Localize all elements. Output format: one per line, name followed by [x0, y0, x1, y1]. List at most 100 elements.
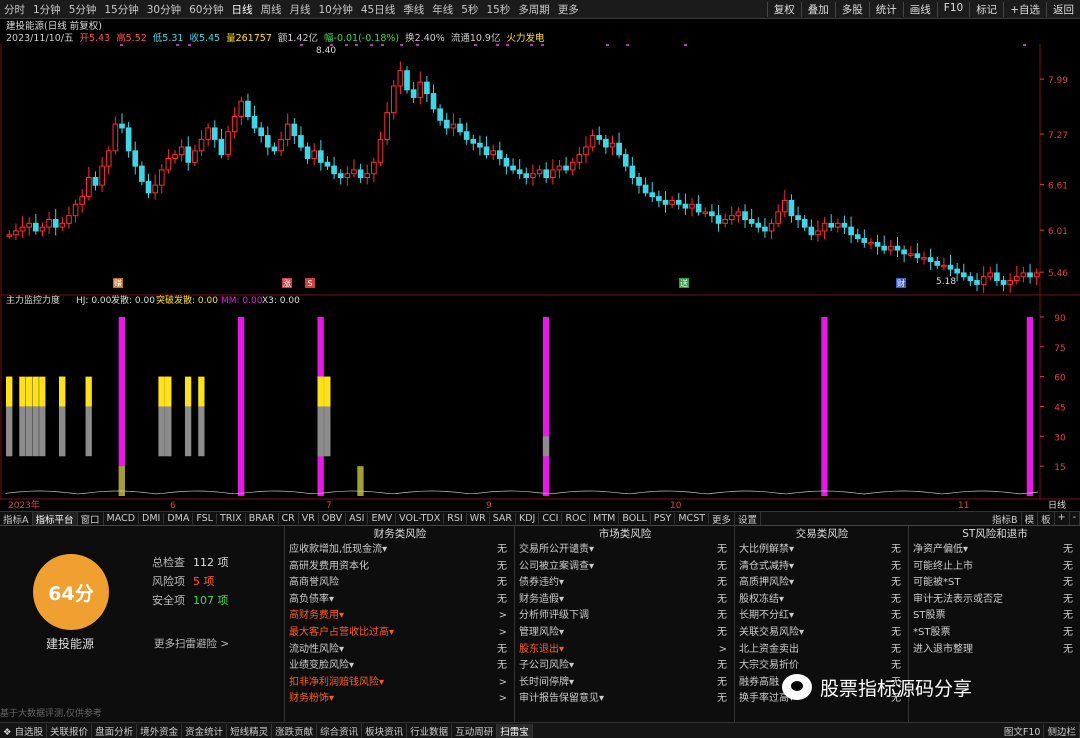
risk-row[interactable]: 长期不分红▾ 无: [735, 608, 909, 625]
risk-row[interactable]: 高研发费用资本化 无: [285, 559, 515, 576]
risk-row[interactable]: 股权冻结▾ 无: [735, 592, 909, 609]
signal-dot: [684, 44, 687, 46]
bottom-tab-0[interactable]: ❖ 自选股: [0, 723, 48, 738]
tabs-right-2[interactable]: 板: [1038, 512, 1055, 525]
indicator-tab-17[interactable]: SAR: [490, 513, 517, 524]
risk-row[interactable]: 北上资金卖出 无: [735, 642, 909, 659]
bottom-tab-8[interactable]: 板块资讯: [362, 723, 408, 738]
risk-row[interactable]: 关联交易风险▾ 无: [735, 625, 909, 642]
chart-area[interactable]: 7.99 7.27 6.61 6.01 5.46 8.40 5.18 赚 涨 S 送 财主力监控力度 H…: [0, 0, 1080, 511]
candle: [450, 113, 457, 137]
indicator-tab-21[interactable]: MTM: [590, 513, 620, 524]
risk-row[interactable]: 长时间停牌▾ 无: [515, 675, 735, 692]
risk-row[interactable]: 大比例解禁▾ 无: [735, 542, 909, 559]
indicator-tab-25[interactable]: 更多: [709, 512, 736, 525]
event-marker[interactable]: 送: [679, 278, 689, 288]
indicator-tab-24[interactable]: MCST: [675, 513, 710, 524]
risk-row[interactable]: 审计无法表示或否定 无: [909, 592, 1080, 609]
x-tick-label: 11: [958, 501, 969, 511]
indicator-tab-5[interactable]: DMA: [164, 513, 194, 524]
indicator-tab-13[interactable]: EMV: [368, 513, 397, 524]
risk-row[interactable]: 进入退市整理 无: [909, 642, 1080, 659]
risk-row[interactable]: 公司被立案调查▾ 无: [515, 559, 735, 576]
indicator-tab-16[interactable]: WR: [467, 513, 490, 524]
risk-row[interactable]: 流动性风险▾ 无: [285, 642, 515, 659]
tabs-right-3[interactable]: +: [1055, 512, 1070, 525]
event-marker[interactable]: S: [305, 278, 315, 288]
bottom-right-0[interactable]: 图文F10: [1001, 723, 1045, 738]
indicator-tab-3[interactable]: MACD: [104, 513, 140, 524]
tabs-right-0[interactable]: 指标B: [989, 512, 1022, 525]
bottom-right-1[interactable]: 侧边栏: [1044, 723, 1080, 738]
risk-row[interactable]: 高商誉风险 无: [285, 575, 515, 592]
risk-row-value: 无: [1063, 560, 1073, 572]
indicator-tab-14[interactable]: VOL-TDX: [396, 513, 445, 524]
bottom-tab-3[interactable]: 境外资金: [137, 723, 183, 738]
indicator-tab-7[interactable]: TRIX: [217, 513, 246, 524]
risk-row[interactable]: 可能终止上市 无: [909, 559, 1080, 576]
indicator-tab-10[interactable]: VR: [299, 513, 319, 524]
risk-row[interactable]: 分析师评级下调 无: [515, 608, 735, 625]
indicator-tab-6[interactable]: FSL: [193, 513, 217, 524]
bottom-tab-2[interactable]: 盘面分析: [92, 723, 138, 738]
risk-row-value: 无: [1063, 643, 1073, 655]
risk-row[interactable]: 股东退出▾ >: [515, 642, 735, 659]
risk-row[interactable]: 财务造假▾ 无: [515, 592, 735, 609]
bottom-tab-11[interactable]: 扫雷宝: [497, 723, 533, 738]
risk-row[interactable]: *ST股票 无: [909, 625, 1080, 642]
bottom-tab-5[interactable]: 短线精灵: [227, 723, 273, 738]
event-marker[interactable]: 涨: [282, 278, 292, 288]
indicator-tab-11[interactable]: OBV: [319, 513, 347, 524]
risk-row[interactable]: 审计报告保留意见▾ 无: [515, 691, 735, 708]
indicator-tab-23[interactable]: PSY: [651, 513, 676, 524]
risk-row[interactable]: 管理风险▾ 无: [515, 625, 735, 642]
candle: [225, 125, 231, 160]
indicator-tab-20[interactable]: ROC: [562, 513, 591, 524]
bottom-tab-9[interactable]: 行业数据: [407, 723, 453, 738]
indicator-tab-8[interactable]: BRAR: [246, 513, 279, 524]
risk-row[interactable]: 净资产偏低▾ 无: [909, 542, 1080, 559]
risk-row[interactable]: 交易所公开谴责▾ 无: [515, 542, 735, 559]
indicator-tab-0[interactable]: 指标A: [0, 512, 33, 525]
tabs-right: 指标B 模板 + -: [989, 512, 1080, 525]
bottom-tab-7[interactable]: 综合资讯: [317, 723, 363, 738]
risk-row[interactable]: 扣非净利润赔钱风险▾ >: [285, 675, 515, 692]
event-marker[interactable]: 赚: [113, 278, 123, 288]
indicator-tab-1[interactable]: 指标平台: [32, 512, 78, 525]
risk-row[interactable]: 财务粉饰▾ >: [285, 691, 515, 708]
risk-row[interactable]: 高财务费用▾ >: [285, 608, 515, 625]
risk-row[interactable]: 应收款增加,低现金流▾ 无: [285, 542, 515, 559]
risk-row[interactable]: 债券违约▾ 无: [515, 575, 735, 592]
risk-row[interactable]: ST股票 无: [909, 608, 1080, 625]
indicator-tab-4[interactable]: DMI: [139, 513, 165, 524]
indicator-tab-26[interactable]: 设置: [735, 512, 762, 525]
risk-column-title: 市场类风险: [598, 528, 652, 540]
indicator-tab-2[interactable]: 窗口: [78, 512, 104, 525]
more-scan-link[interactable]: 更多扫雷避险 >: [154, 636, 229, 651]
tabs-right-1[interactable]: 模: [1022, 512, 1039, 525]
risk-row[interactable]: 清仓式减持▾ 无: [735, 559, 909, 576]
risk-row[interactable]: 可能被*ST 无: [909, 575, 1080, 592]
indicator-tab-22[interactable]: BOLL: [619, 513, 651, 524]
event-marker[interactable]: 财: [896, 278, 906, 288]
bottom-tab-4[interactable]: 资金统计: [182, 723, 228, 738]
candle: [1007, 272, 1013, 293]
bottom-tab-10[interactable]: 互动周研: [452, 723, 498, 738]
candle: [503, 153, 510, 175]
indicator-tab-18[interactable]: KDJ: [516, 513, 540, 524]
indicator-tab-15[interactable]: RSI: [444, 513, 467, 524]
risk-row[interactable]: 最大客户占营收比过高▾ >: [285, 625, 515, 642]
risk-row[interactable]: 高负债率▾ 无: [285, 592, 515, 609]
risk-row[interactable]: 子公司风险▾ 无: [515, 658, 735, 675]
bottom-tab-1[interactable]: 关联报价: [47, 723, 93, 738]
indicator-tab-19[interactable]: CCI: [539, 513, 563, 524]
tabs-right-4[interactable]: -: [1070, 512, 1080, 525]
indicator-tab-12[interactable]: ASI: [346, 513, 369, 524]
indicator-tab-9[interactable]: CR: [279, 513, 299, 524]
candle: [251, 105, 258, 134]
bottom-tab-6[interactable]: 涨跌贡献: [272, 723, 318, 738]
candle: [304, 142, 311, 164]
risk-row[interactable]: 业绩变脸风险▾ 无: [285, 658, 515, 675]
risk-row-label: 审计报告保留意见▾: [519, 693, 605, 705]
risk-row[interactable]: 高质押风险▾ 无: [735, 575, 909, 592]
